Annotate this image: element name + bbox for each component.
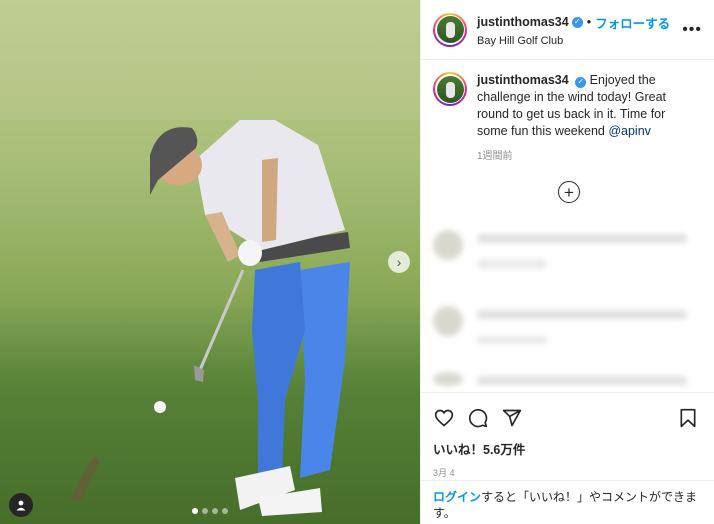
follow-button[interactable]: フォローする [595, 13, 670, 32]
carousel-dot [212, 508, 218, 514]
carousel-next-button[interactable]: › [388, 251, 410, 273]
login-prompt: ログインすると「いいね！」やコメントができます。 [421, 480, 714, 524]
post-actions-area: いいね！5.6万件 3月 4 [421, 392, 714, 479]
caption: justinthomas34 ✓ Enjoyed the challenge i… [421, 60, 714, 165]
verified-badge-icon: ✓ [571, 16, 583, 28]
more-horizontal-icon: ••• [682, 20, 702, 38]
carousel-dot [222, 508, 228, 514]
send-icon [502, 409, 522, 427]
user-tag-icon [16, 500, 26, 511]
blurred-comment [431, 370, 701, 390]
post-sidebar: justinthomas34 ✓ • フォローする Bay Hill Golf … [420, 0, 714, 524]
carousel-dot [192, 508, 198, 514]
bookmark-icon [680, 408, 696, 428]
caption-avatar[interactable] [433, 72, 467, 106]
location-link[interactable]: Bay Hill Golf Club [477, 35, 676, 47]
likes-count[interactable]: いいね！5.6万件 [433, 439, 703, 458]
share-button[interactable] [501, 407, 523, 429]
separator: • [586, 15, 592, 29]
post-media[interactable]: › [0, 0, 420, 524]
header-text: justinthomas34 ✓ • フォローする Bay Hill Golf … [477, 13, 676, 47]
save-button[interactable] [677, 407, 699, 429]
username-link[interactable]: justinthomas34 [477, 15, 569, 29]
comment-button[interactable] [467, 407, 489, 429]
login-link[interactable]: ログイン [433, 490, 481, 504]
avatar[interactable] [433, 12, 467, 47]
chevron-right-icon: › [396, 254, 402, 270]
carousel-dots [0, 508, 420, 514]
verified-badge-icon: ✓ [575, 76, 587, 88]
plus-circle-icon: + [564, 182, 574, 202]
post-header: justinthomas34 ✓ • フォローする Bay Hill Golf … [421, 0, 714, 60]
golf-ball [154, 401, 166, 413]
more-options-button[interactable]: ••• [682, 20, 702, 38]
post-date[interactable]: 3月 4 [433, 466, 703, 479]
caption-mention[interactable]: @apinv [608, 124, 651, 138]
user-tag-button[interactable] [9, 493, 33, 517]
golfer-arm-right [262, 158, 278, 242]
action-bar [433, 401, 703, 435]
heart-icon [434, 409, 454, 427]
instagram-post: › justinthomas34 ✓ • フォローする Bay Hill Gol… [0, 0, 714, 524]
caption-username[interactable]: justinthomas34 [477, 73, 569, 87]
blurred-comment [431, 304, 701, 356]
caption-time[interactable]: 1週間前 [477, 148, 687, 165]
divot-debris [70, 455, 100, 500]
golfer-left-leg [300, 262, 350, 478]
golfer-photo [70, 120, 350, 516]
carousel-dot [202, 508, 208, 514]
golf-club-shaft [198, 269, 245, 371]
golfer-glove [238, 240, 262, 266]
load-more-comments-button[interactable]: + [558, 181, 580, 203]
comment-icon [468, 409, 488, 428]
golfer-right-leg [252, 262, 305, 480]
caption-body: justinthomas34 ✓ Enjoyed the challenge i… [477, 72, 687, 165]
blurred-comment [431, 228, 701, 280]
like-button[interactable] [433, 407, 455, 429]
